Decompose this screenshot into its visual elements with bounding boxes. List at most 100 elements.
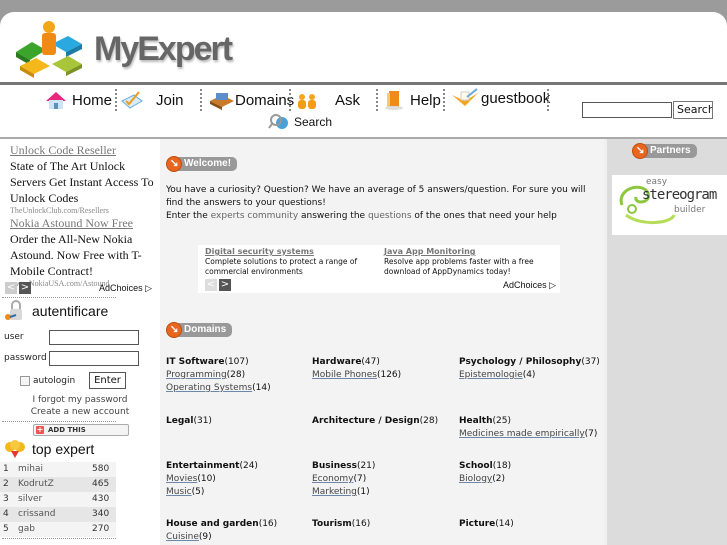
table-row[interactable]: 3 silver 430 [0, 492, 116, 507]
domain-title[interactable]: House and garden(16) [166, 518, 312, 531]
subdomain-link[interactable]: Cuisine [166, 532, 199, 542]
domain-title-text[interactable]: Business [312, 461, 357, 471]
subdomain-link[interactable]: Mobile Phones [312, 370, 377, 380]
subdomain-link[interactable]: Epistemologie [459, 370, 523, 380]
domain-title[interactable]: Health(25) [459, 415, 605, 428]
expert-name[interactable]: silver [18, 492, 92, 507]
partner-banner-stereogram[interactable]: easy stereogram builder [612, 175, 727, 235]
domain-title-text[interactable]: Picture [459, 519, 495, 529]
nav-separator [289, 89, 291, 111]
subdomain-link[interactable]: Biology [459, 474, 492, 484]
domain-title-text[interactable]: IT Software [166, 357, 224, 367]
domain-title-text[interactable]: Health [459, 416, 493, 426]
nav-join[interactable]: Join [120, 88, 184, 112]
checklist-pencil-icon [120, 89, 144, 111]
subdomain-link[interactable]: Movies [166, 474, 197, 484]
search-button[interactable]: Search [673, 101, 713, 119]
table-row[interactable]: 1 mihai 580 [0, 462, 116, 477]
welcome-line-1: You have a curiosity? Question? We have … [166, 185, 586, 208]
expert-name[interactable]: mihai [18, 462, 92, 477]
subdomain-link[interactable]: Operating Systems [166, 383, 252, 393]
ad-title-link[interactable]: Digital security systems [205, 247, 375, 257]
enter-button[interactable]: Enter [89, 372, 126, 389]
domain-title-text[interactable]: House and garden [166, 519, 259, 529]
subdomain-link[interactable]: Programming [166, 370, 227, 380]
table-row[interactable]: 4 crissand 340 [0, 507, 116, 522]
domain-title-text[interactable]: School [459, 461, 493, 471]
nav-search[interactable]: Search [268, 113, 332, 131]
partners-badge: ↘ Partners [632, 143, 697, 159]
domain-title[interactable]: Picture(14) [459, 518, 605, 531]
welcome-line-2: Enter the experts community answering th… [166, 210, 602, 223]
domain-title[interactable]: Hardware(47) [312, 356, 458, 369]
subdomain-count: (126) [376, 370, 402, 380]
partners-badge-label: Partners [642, 144, 697, 158]
expert-name[interactable]: crissand [18, 507, 92, 522]
questions-link[interactable]: questions [368, 211, 412, 221]
autologin-checkbox[interactable] [20, 376, 30, 386]
subdomain-link[interactable]: Marketing [312, 487, 357, 497]
banner-text: stereogram [642, 187, 717, 203]
ad-next-button[interactable]: > [19, 282, 31, 294]
subdomain-item: Music(5) [166, 486, 312, 499]
subdomain-link[interactable]: Medicines made empirically [459, 429, 585, 439]
adchoices-link[interactable]: AdChoices ▷ [99, 283, 152, 294]
password-input[interactable] [49, 351, 139, 366]
nav-ask[interactable]: Ask [295, 88, 360, 112]
create-account-link[interactable]: Create a new account [0, 407, 160, 417]
domain-title-text[interactable]: Legal [166, 416, 193, 426]
nav-guestbook[interactable]: guestbook [451, 86, 550, 110]
domains-badge: ↘ Domains [166, 322, 233, 338]
banner-text: builder [674, 205, 706, 215]
ad-title-link[interactable]: Nokia Astound Now Free [10, 216, 155, 231]
subdomain-link[interactable]: Economy [312, 474, 353, 484]
domain-title[interactable]: School(18) [459, 460, 605, 473]
domain-title[interactable]: Psychology / Philosophy(37) [459, 356, 605, 369]
domain-title[interactable]: Legal(31) [166, 415, 312, 428]
domain-item: Picture(14) [459, 518, 605, 531]
ad-unit: Digital security systems Complete soluti… [205, 247, 375, 277]
experts-community-link[interactable]: experts community [211, 211, 299, 221]
subdomain-link[interactable]: Music [166, 487, 192, 497]
subdomain-count: (4) [522, 370, 536, 380]
domain-title-text[interactable]: Entertainment [166, 461, 239, 471]
ad-url[interactable]: TheUnlockClub.com/Resellers [10, 206, 155, 216]
domain-title-text[interactable]: Psychology / Philosophy [459, 357, 581, 367]
ad-nav: < > [5, 282, 31, 294]
domain-title[interactable]: Architecture / Design(28) [312, 415, 458, 428]
domain-title-text[interactable]: Hardware [312, 357, 361, 367]
nav-domains[interactable]: Domains [209, 88, 294, 112]
table-row[interactable]: 5 gab 270 [0, 522, 116, 537]
domain-title-text[interactable]: Tourism [312, 519, 352, 529]
addthis-button[interactable]: ADD THIS [33, 424, 129, 436]
logo[interactable]: MyExpert [12, 18, 233, 82]
expert-name[interactable]: KodrutZ [18, 477, 92, 492]
search-input[interactable] [582, 102, 672, 118]
text: of the ones that need your help [411, 211, 557, 221]
domain-title-text[interactable]: Architecture / Design [312, 416, 420, 426]
left-sidebar: Unlock Code Reseller State of The Art Un… [0, 139, 160, 545]
nav-help[interactable]: Help [382, 88, 441, 112]
top-expert-title: top expert [32, 441, 95, 457]
subdomain-item: Cuisine(9) [166, 531, 312, 544]
nav-home[interactable]: Home [44, 88, 112, 112]
subdomain-count: (2) [492, 474, 505, 484]
domain-count: (107) [224, 357, 249, 367]
ad-next-button[interactable]: > [219, 279, 231, 291]
adchoices-link[interactable]: AdChoices ▷ [503, 280, 556, 291]
domain-title[interactable]: Entertainment(24) [166, 460, 312, 473]
ad-title-link[interactable]: Unlock Code Reseller [10, 143, 155, 158]
user-input[interactable] [49, 330, 139, 345]
ad-title-link[interactable]: Java App Monitoring [384, 247, 554, 257]
ad-prev-button[interactable]: < [5, 282, 17, 294]
domain-title[interactable]: Business(21) [312, 460, 458, 473]
rank: 2 [3, 479, 9, 489]
domain-count: (47) [361, 357, 380, 367]
subdomain-item: Programming(28) [166, 369, 312, 382]
expert-name[interactable]: gab [18, 522, 92, 537]
domain-title[interactable]: Tourism(16) [312, 518, 458, 531]
ad-prev-button[interactable]: < [205, 279, 217, 291]
domain-title[interactable]: IT Software(107) [166, 356, 312, 369]
forgot-password-link[interactable]: I forgot my password [0, 395, 160, 405]
table-row[interactable]: 2 KodrutZ 465 [0, 477, 116, 492]
